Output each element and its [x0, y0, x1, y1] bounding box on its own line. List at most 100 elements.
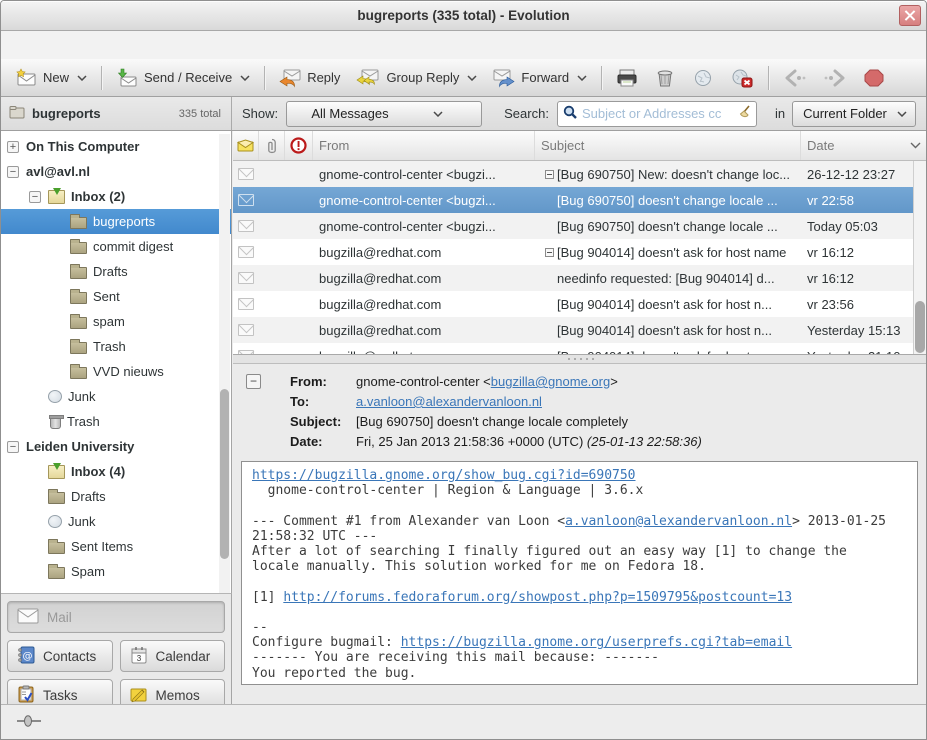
from-column-header[interactable]: From	[313, 131, 535, 160]
subject-column-header[interactable]: Subject	[535, 131, 801, 160]
stop-button[interactable]	[855, 63, 893, 93]
contacts-button[interactable]: @ Contacts	[7, 640, 113, 672]
message-row[interactable]: bugzilla@redhat.com needinfo requested: …	[233, 265, 926, 291]
priority-column-header[interactable]	[285, 131, 313, 160]
sidebar-scrollbar[interactable]	[219, 134, 230, 593]
read-status-column-header[interactable]	[233, 131, 259, 160]
commenter-email-link[interactable]: a.vanloon@alexandervanloon.nl	[565, 514, 792, 529]
show-label: Show:	[242, 106, 278, 121]
close-button[interactable]	[899, 5, 921, 26]
new-button[interactable]: New	[7, 63, 95, 93]
folder-label: spam	[93, 314, 125, 329]
sidebar-folder-item[interactable]: Sent Items	[1, 534, 231, 559]
menu-item[interactable]	[53, 41, 75, 49]
sidebar-folder-item[interactable]: Trash	[1, 334, 231, 359]
message-list-scrollbar-thumb[interactable]	[915, 301, 925, 353]
pane-splitter[interactable]	[233, 355, 926, 364]
sidebar-folder-item[interactable]: Sent	[1, 284, 231, 309]
message-subject: [Bug 904014] doesn't ask for host n...	[557, 297, 772, 312]
clear-search-icon[interactable]	[737, 105, 751, 123]
message-row[interactable]: bugzilla@redhat.com [Bug 904014] doesn't…	[233, 317, 926, 343]
collapse-headers-button[interactable]: −	[246, 374, 261, 389]
search-input[interactable]	[578, 106, 737, 121]
mail-button[interactable]: Mail	[7, 601, 225, 633]
sidebar-folder-item[interactable]: Drafts	[1, 484, 231, 509]
sidebar-folder-item[interactable]: Spam	[1, 559, 231, 584]
sidebar-scrollbar-thumb[interactable]	[220, 389, 229, 559]
send-receive-icon	[116, 68, 138, 88]
message-date: 26-12-12 23:27	[801, 167, 926, 182]
sidebar-folder-item[interactable]: Junk	[1, 384, 231, 409]
forward-button[interactable]: Forward	[485, 63, 595, 93]
trash-button[interactable]	[646, 63, 684, 93]
search-icon[interactable]	[563, 105, 578, 123]
menu-item[interactable]	[9, 41, 31, 49]
menu-item[interactable]	[31, 41, 53, 49]
from-email-link[interactable]: bugzilla@gnome.org	[491, 374, 610, 389]
sidebar-folder-item[interactable]: VVD nieuws	[1, 359, 231, 384]
show-dropdown[interactable]: All Messages	[286, 101, 482, 127]
search-entry[interactable]	[557, 101, 757, 127]
sidebar-toggle-handle[interactable]	[16, 715, 44, 730]
menu-item[interactable]	[97, 41, 119, 49]
junk-button[interactable]	[684, 63, 722, 93]
sidebar-folder-item[interactable]: bugreports	[1, 209, 231, 234]
menu-item[interactable]	[119, 41, 141, 49]
folder-label: Inbox (4)	[71, 464, 125, 479]
expander-icon[interactable]: −	[29, 191, 41, 203]
next-button[interactable]	[815, 63, 855, 93]
expander-icon[interactable]: +	[7, 141, 19, 153]
folder-label: Sent Items	[71, 539, 133, 554]
thread-toggle-icon[interactable]	[541, 170, 557, 179]
scope-dropdown[interactable]: Current Folder	[792, 101, 916, 127]
reply-button[interactable]: Reply	[271, 63, 348, 93]
in-label: in	[775, 106, 785, 121]
calendar-button[interactable]: 3 Calendar	[120, 640, 226, 672]
forum-url-link[interactable]: http://forums.fedoraforum.org/showpost.p…	[283, 590, 792, 605]
previous-button[interactable]	[775, 63, 815, 93]
to-email-link[interactable]: a.vanloon@alexandervanloon.nl	[356, 394, 542, 409]
sidebar-folder-item[interactable]: − Leiden University	[1, 434, 231, 459]
message-row[interactable]: gnome-control-center <bugzi... [Bug 6907…	[233, 213, 926, 239]
sidebar-folder-item[interactable]: Trash	[1, 409, 231, 434]
message-list-scrollbar[interactable]	[913, 161, 926, 354]
sidebar-folder-item[interactable]: − avl@avl.nl	[1, 159, 231, 184]
sidebar-folder-item[interactable]: Drafts	[1, 259, 231, 284]
message-row[interactable]: bugzilla@redhat.com [Bug 904014] doesn't…	[233, 343, 926, 355]
sidebar-folder-item[interactable]: + On This Computer	[1, 134, 231, 159]
send-receive-button[interactable]: Send / Receive	[108, 63, 258, 93]
attachment-column-header[interactable]	[259, 131, 285, 160]
print-button[interactable]	[608, 63, 646, 93]
expander-icon[interactable]: −	[7, 441, 19, 453]
message-subject: [Bug 690750] doesn't change locale ...	[557, 219, 778, 234]
bug-url-link[interactable]: https://bugzilla.gnome.org/show_bug.cgi?…	[252, 468, 636, 483]
forward-icon	[493, 68, 515, 88]
current-folder-header: bugreports 335 total	[1, 97, 232, 130]
thread-toggle-icon[interactable]	[541, 248, 557, 257]
not-junk-button[interactable]	[722, 63, 762, 93]
titlebar[interactable]: bugreports (335 total) - Evolution	[1, 1, 926, 31]
expander-icon[interactable]: −	[7, 166, 19, 178]
message-row[interactable]: gnome-control-center <bugzi... [Bug 6907…	[233, 187, 926, 213]
read-status-icon	[233, 298, 259, 310]
folder-icon	[70, 317, 87, 329]
folder-icon	[9, 105, 25, 122]
message-row[interactable]: gnome-control-center <bugzi... [Bug 6907…	[233, 161, 926, 187]
date-column-header[interactable]: Date	[801, 131, 926, 160]
sidebar-folder-item[interactable]: Junk	[1, 509, 231, 534]
sidebar-folder-item[interactable]: spam	[1, 309, 231, 334]
chevron-down-icon	[77, 75, 87, 81]
bugmail-prefs-link[interactable]: https://bugzilla.gnome.org/userprefs.cgi…	[401, 635, 792, 650]
tasks-icon	[17, 685, 35, 706]
menu-item[interactable]	[75, 41, 97, 49]
message-row[interactable]: bugzilla@redhat.com [Bug 904014] doesn't…	[233, 239, 926, 265]
folder-label: Trash	[67, 414, 100, 429]
message-row[interactable]: bugzilla@redhat.com [Bug 904014] doesn't…	[233, 291, 926, 317]
message-subject-cell: [Bug 904014] doesn't ask for host n...	[535, 297, 801, 312]
group-reply-button[interactable]: Group Reply	[348, 63, 485, 93]
sidebar-folder-item[interactable]: Inbox (4)	[1, 459, 231, 484]
menu-item[interactable]	[141, 41, 163, 49]
body-line: locale manually. This solution worked fo…	[252, 559, 706, 574]
sidebar-folder-item[interactable]: commit digest	[1, 234, 231, 259]
sidebar-folder-item[interactable]: − Inbox (2)	[1, 184, 231, 209]
